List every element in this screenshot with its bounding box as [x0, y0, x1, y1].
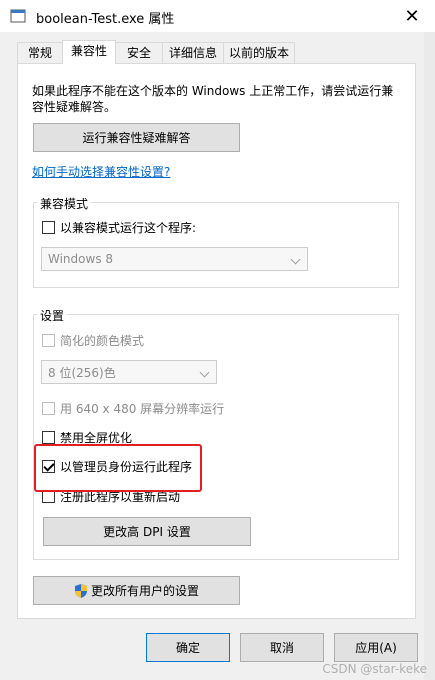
- manual-settings-link[interactable]: 如何手动选择兼容性设置?: [32, 163, 170, 180]
- change-all-users-label: 更改所有用户的设置: [90, 584, 199, 598]
- intro-text-line2: 容性疑难解答。: [32, 100, 117, 114]
- tab-label: 以前的版本: [228, 46, 289, 60]
- run-as-admin-label: 以管理员身份运行此程序: [60, 460, 193, 474]
- tab-details[interactable]: 详细信息: [162, 42, 224, 63]
- watermark: CSDN @star-keke: [322, 662, 427, 676]
- compat-mode-label: 以兼容模式运行这个程序:: [60, 221, 197, 235]
- register-restart-label: 注册此程序以重新启动: [60, 490, 181, 504]
- compat-mode-checkbox[interactable]: [42, 221, 55, 234]
- cancel-button[interactable]: 取消: [240, 633, 324, 662]
- close-icon: ✕: [404, 5, 420, 27]
- intro-text-line1: 如果此程序不能在这个版本的 Windows 上正常工作，请尝试运行兼: [32, 84, 394, 98]
- change-all-users-button[interactable]: 更改所有用户的设置: [33, 576, 240, 605]
- compat-mode-group-label: 兼容模式: [37, 195, 92, 212]
- compat-mode-select-value: Windows 8: [48, 252, 114, 266]
- color-depth-select-value: 8 位(256)色: [48, 365, 116, 380]
- compat-mode-select[interactable]: Windows 8: [41, 247, 308, 271]
- chevron-down-icon: [199, 367, 210, 378]
- tab-label: 详细信息: [168, 46, 217, 60]
- run-as-admin-checkbox[interactable]: [42, 460, 55, 473]
- tab-security[interactable]: 安全: [115, 42, 163, 63]
- res-640-checkbox[interactable]: [42, 402, 55, 415]
- disable-fullscreen-checkbox[interactable]: [42, 431, 55, 444]
- tab-label: 安全: [126, 46, 151, 60]
- background-strip: [424, 32, 435, 680]
- application-icon: [10, 9, 26, 23]
- color-depth-select[interactable]: 8 位(256)色: [41, 360, 217, 384]
- window-title: boolean-Test.exe 属性: [36, 12, 175, 27]
- reduced-color-checkbox[interactable]: [42, 334, 55, 347]
- close-button[interactable]: ✕: [392, 2, 432, 30]
- compat-mode-group: [33, 202, 399, 288]
- disable-fullscreen-label: 禁用全屏优化: [60, 431, 133, 445]
- tab-label: 常规: [27, 46, 52, 60]
- reduced-color-label: 简化的颜色模式: [60, 334, 145, 348]
- tab-compatibility[interactable]: 兼容性: [62, 40, 116, 64]
- chevron-down-icon: [290, 254, 301, 265]
- run-troubleshooter-button[interactable]: 运行兼容性疑难解答: [33, 123, 240, 152]
- tab-general[interactable]: 常规: [17, 42, 63, 63]
- tab-previous-versions[interactable]: 以前的版本: [223, 42, 295, 63]
- tab-label: 兼容性: [70, 44, 107, 58]
- ok-button[interactable]: 确定: [146, 633, 230, 662]
- uac-shield-icon: [74, 583, 87, 598]
- settings-group-label: 设置: [37, 307, 68, 324]
- register-restart-checkbox[interactable]: [42, 490, 55, 503]
- res-640-label: 用 640 x 480 屏幕分辨率运行: [60, 402, 225, 416]
- apply-button[interactable]: 应用(A): [334, 633, 418, 662]
- title-bar: boolean-Test.exe 属性 ✕: [0, 0, 435, 32]
- change-dpi-button[interactable]: 更改高 DPI 设置: [43, 517, 251, 546]
